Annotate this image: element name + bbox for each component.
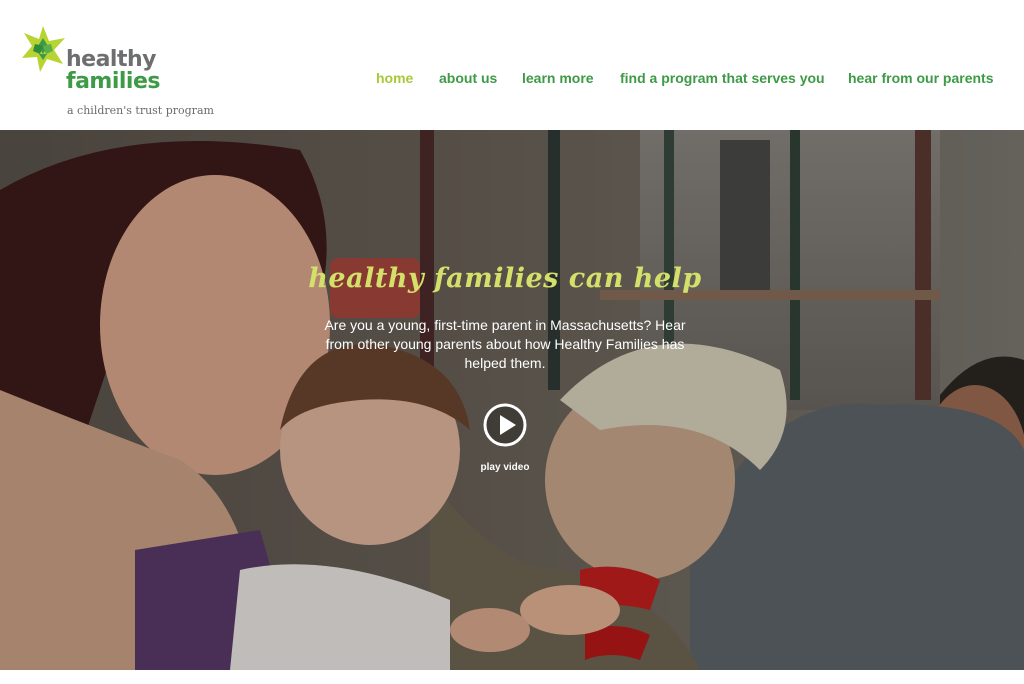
main-navigation: home about us learn more find a program … [0,69,1024,89]
hero-title: healthy families can help [308,263,702,294]
play-video-label[interactable]: play video [460,462,550,473]
nav-item-home[interactable]: home [376,69,413,87]
page-bottom-strip [0,670,1024,684]
nav-item-learn-more[interactable]: learn more [522,69,594,87]
hero-overlay [0,130,1024,670]
logo-tagline: a children's trust program [67,104,214,117]
star-logo-icon [22,26,65,72]
play-icon[interactable] [482,402,528,448]
nav-item-about-us[interactable]: about us [439,69,497,87]
hero-section: healthy families can help Are you a youn… [0,130,1024,670]
nav-item-find-a-program[interactable]: find a program that serves you [620,69,825,87]
site-header: healthy families a children's trust prog… [0,0,1024,130]
nav-item-hear-from-parents[interactable]: hear from our parents [848,69,993,87]
hero-description: Are you a young, first-time parent in Ma… [324,317,686,371]
